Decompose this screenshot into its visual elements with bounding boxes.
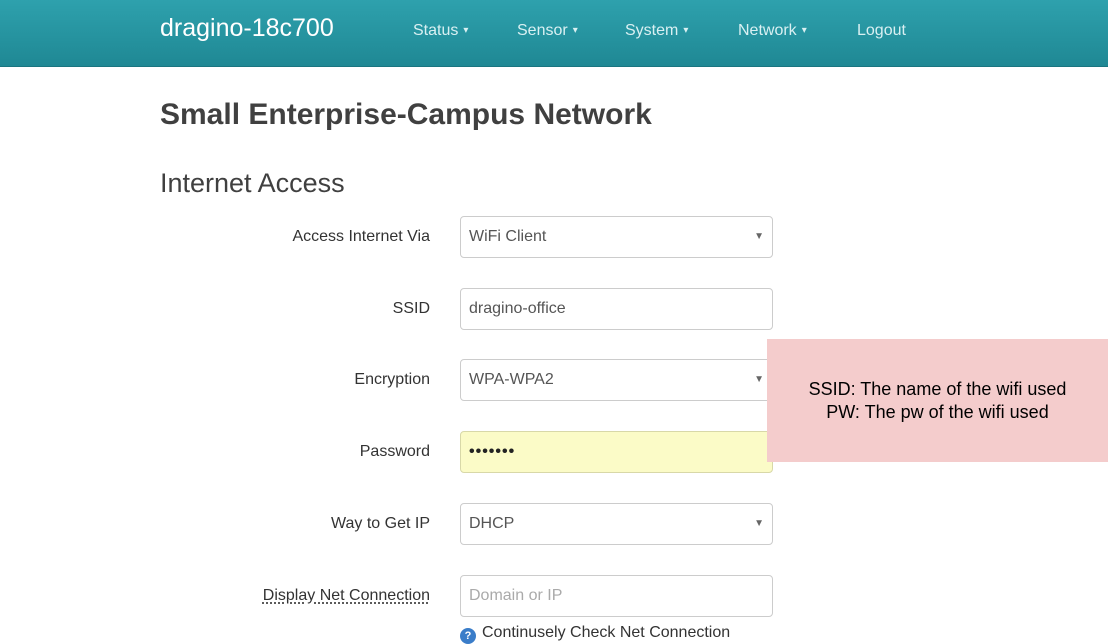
help-text: Continusely Check Net Connection: [482, 624, 731, 641]
ssid-label: SSID: [392, 300, 430, 317]
encryption-value: WPA-WPA2: [469, 371, 554, 388]
password-input[interactable]: •••••••: [460, 431, 773, 473]
chevron-down-icon: ▼: [754, 231, 764, 242]
nav-logout-label: Logout: [857, 22, 906, 39]
ssid-input[interactable]: dragino-office: [460, 288, 773, 330]
chevron-down-icon: ▾: [572, 25, 578, 36]
way-ip-select[interactable]: DHCP ▼: [460, 503, 773, 545]
chevron-down-icon: ▼: [754, 374, 764, 385]
way-ip-value: DHCP: [469, 515, 515, 532]
nav-system-label: System: [625, 22, 679, 39]
access-via-select[interactable]: WiFi Client ▼: [460, 216, 773, 258]
display-net-input[interactable]: Domain or IP: [460, 575, 773, 617]
chevron-down-icon: ▼: [754, 518, 764, 529]
chevron-down-icon: ▾: [463, 25, 469, 36]
display-net-label: Display Net Connection: [262, 587, 430, 604]
nav-network[interactable]: Network ▾: [738, 22, 807, 40]
nav-sensor-label: Sensor: [517, 22, 568, 39]
annotation-note: SSID: The name of the wifi used PW: The …: [767, 339, 1108, 462]
display-net-placeholder: Domain or IP: [469, 587, 563, 604]
chevron-down-icon: ▾: [801, 25, 807, 36]
way-ip-label: Way to Get IP: [331, 515, 430, 532]
annotation-line-1: SSID: The name of the wifi used: [808, 378, 1067, 399]
chevron-down-icon: ▾: [683, 25, 689, 36]
top-navbar: dragino-18c700 Status ▾ Sensor ▾ System ▾ N…: [0, 0, 1108, 67]
nav-logout[interactable]: Logout: [857, 22, 906, 40]
annotation-line-2: PW: The pw of the wifi used: [826, 401, 1049, 422]
nav-network-label: Network: [738, 22, 797, 39]
ssid-value: dragino-office: [469, 300, 566, 317]
password-label: Password: [359, 443, 430, 460]
access-via-label: Access Internet Via: [292, 228, 430, 245]
brand-title[interactable]: dragino-18c700: [160, 14, 334, 43]
nav-status[interactable]: Status ▾: [413, 22, 468, 40]
encryption-label: Encryption: [354, 371, 430, 388]
nav-system[interactable]: System ▾: [625, 22, 688, 40]
nav-sensor[interactable]: Sensor ▾: [517, 22, 578, 40]
net-check-help: ? Continusely Check Net Connection: [460, 624, 730, 644]
section-title: Internet Access: [160, 168, 345, 198]
nav-status-label: Status: [413, 22, 459, 39]
encryption-select[interactable]: WPA-WPA2 ▼: [460, 359, 773, 401]
help-circle-icon: ?: [460, 628, 476, 644]
page-title: Small Enterprise-Campus Network: [160, 98, 652, 131]
access-via-value: WiFi Client: [469, 228, 547, 245]
password-value: •••••••: [469, 443, 516, 460]
